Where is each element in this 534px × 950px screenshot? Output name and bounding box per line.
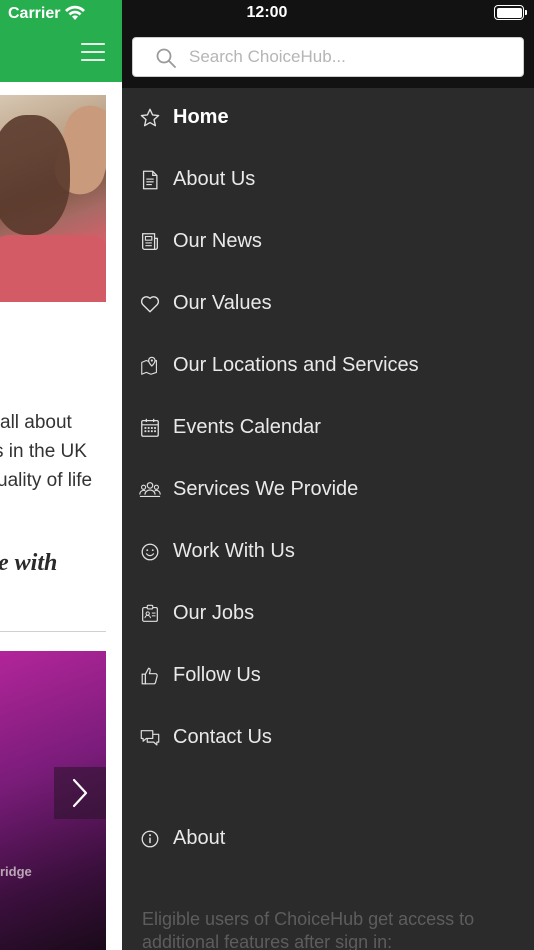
menu-item-label: Our Locations and Services bbox=[173, 354, 419, 376]
menu-item-our-jobs[interactable]: Our Jobs bbox=[122, 584, 534, 646]
banner-caption: ridge bbox=[0, 864, 32, 879]
search-icon bbox=[156, 48, 176, 68]
menu-item-label: Follow Us bbox=[173, 664, 261, 686]
menu-item-about-us[interactable]: About Us bbox=[122, 150, 534, 212]
menu-item-our-values[interactable]: Our Values bbox=[122, 274, 534, 336]
menu-item-label: Home bbox=[173, 106, 229, 128]
menu-item-events-calendar[interactable]: Events Calendar bbox=[122, 398, 534, 460]
search-bar[interactable] bbox=[132, 37, 524, 77]
menu-item-label: Contact Us bbox=[173, 726, 272, 748]
quote-text: e with bbox=[0, 550, 58, 576]
heart-icon bbox=[140, 296, 160, 313]
body-text-line: uality of life bbox=[0, 470, 93, 491]
calendar-icon bbox=[141, 418, 159, 437]
battery-icon bbox=[494, 5, 527, 20]
menu-item-our-locations[interactable]: Our Locations and Services bbox=[122, 336, 534, 398]
menu-item-label: About bbox=[173, 827, 226, 849]
menu-item-work-with-us[interactable]: Work With Us bbox=[122, 522, 534, 584]
id-badge-icon bbox=[142, 604, 158, 622]
menu-item-home[interactable]: Home bbox=[122, 88, 534, 150]
menu-item-contact-us[interactable]: Contact Us bbox=[122, 708, 534, 770]
menu-item-about[interactable]: About bbox=[122, 809, 534, 871]
hero-photo bbox=[0, 95, 106, 302]
menu-item-label: Services We Provide bbox=[173, 478, 359, 500]
carousel-banner: ridge l bbox=[0, 651, 106, 950]
wifi-icon bbox=[65, 5, 85, 20]
newspaper-icon bbox=[142, 233, 158, 250]
background-app: Carrier all about s in the UK uality of … bbox=[0, 0, 122, 950]
document-icon bbox=[142, 170, 158, 190]
menu-item-label: Our News bbox=[173, 230, 262, 252]
carrier-label: Carrier bbox=[8, 5, 61, 22]
chat-icon bbox=[140, 730, 160, 746]
app-header: Carrier bbox=[0, 0, 122, 82]
star-icon bbox=[140, 108, 160, 127]
menu-item-label: Events Calendar bbox=[173, 416, 321, 438]
menu-item-our-news[interactable]: Our News bbox=[122, 212, 534, 274]
navigation-drawer: 12:00 Home About Us bbox=[122, 0, 534, 950]
thumbs-up-icon bbox=[141, 667, 158, 685]
carousel-next-button[interactable] bbox=[54, 767, 106, 819]
menu-item-services-we-provide[interactable]: Services We Provide bbox=[122, 460, 534, 522]
divider bbox=[0, 631, 106, 632]
menu-item-label: About Us bbox=[173, 168, 256, 190]
sign-in-info-text: Eligible users of ChoiceHub get access t… bbox=[142, 909, 475, 950]
menu-item-label: Our Jobs bbox=[173, 602, 255, 624]
menu-item-label: Our Values bbox=[173, 292, 272, 314]
chevron-right-icon bbox=[72, 778, 88, 808]
people-icon bbox=[139, 482, 161, 497]
body-text-line: s in the UK bbox=[0, 441, 87, 462]
menu-item-label: Work With Us bbox=[173, 540, 295, 562]
info-icon bbox=[141, 830, 159, 848]
status-time: 12:00 bbox=[246, 4, 288, 21]
hamburger-menu-icon[interactable] bbox=[81, 43, 105, 63]
drawer-header: 12:00 bbox=[122, 0, 534, 88]
body-text-line: all about bbox=[0, 412, 72, 433]
map-pin-icon bbox=[141, 356, 157, 375]
smiley-icon bbox=[141, 543, 159, 561]
search-input[interactable] bbox=[189, 38, 509, 76]
menu-item-follow-us[interactable]: Follow Us bbox=[122, 646, 534, 708]
